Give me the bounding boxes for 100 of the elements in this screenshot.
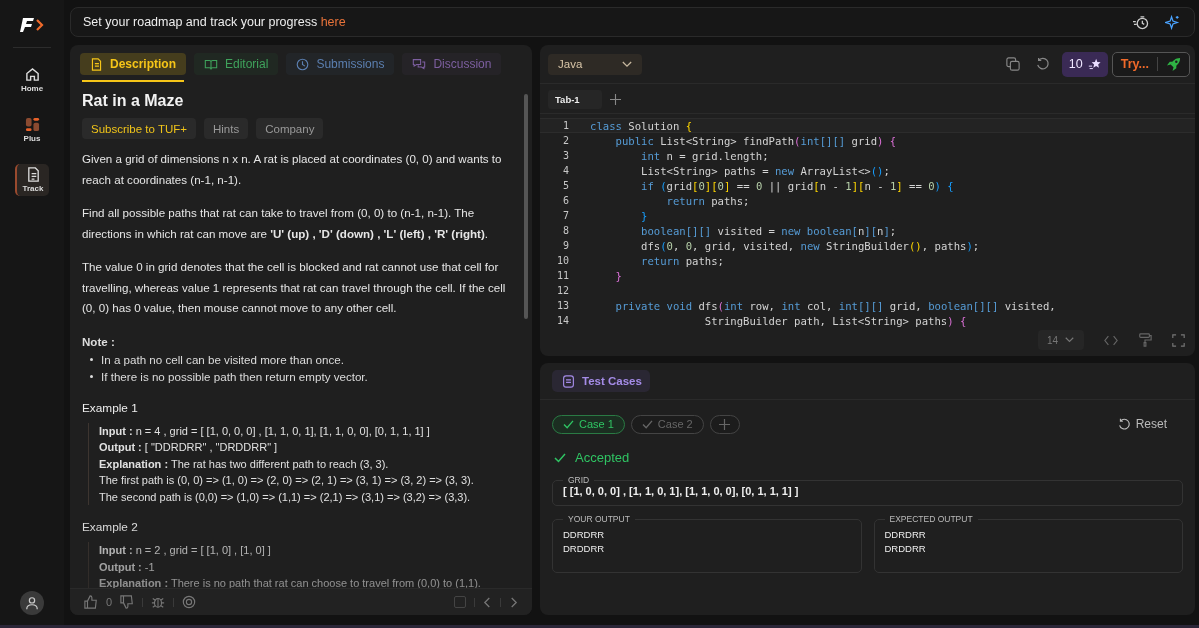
next-icon[interactable] — [509, 596, 518, 608]
clock-icon — [296, 57, 310, 71]
banner-text: Set your roadmap and track your progress here — [83, 15, 346, 29]
output-value: DRDDRR — [884, 542, 927, 556]
bullet-icon — [90, 374, 93, 378]
field-value: [ [1, 0, 0, 0] , [1, 1, 0, 1], [1, 1, 0, 0], [0, 1, 1, 1] ] — [563, 485, 800, 497]
line-number: 3 — [561, 150, 569, 161]
checkbox[interactable] — [454, 596, 466, 608]
code-line: int n = grid.length; — [640, 149, 769, 162]
previous-icon[interactable] — [483, 596, 492, 608]
line-number: 2 — [561, 135, 569, 146]
output-value: DDRDRR — [884, 528, 927, 542]
field-label: EXPECTED OUTPUT — [888, 514, 974, 524]
tab[interactable]: Submissions — [286, 53, 395, 75]
line-number: 6 — [561, 195, 569, 206]
like-count: 0 — [106, 596, 113, 608]
try-button[interactable]: Try... — [1111, 51, 1190, 77]
avatar-icon[interactable] — [20, 591, 44, 615]
problem-title: Rat in a Maze — [82, 92, 185, 110]
copy-icon[interactable] — [1005, 57, 1020, 71]
star-icon — [1087, 57, 1101, 71]
chat-icon — [412, 57, 427, 71]
example-line: The first path is (0, 0) => (1, 0) => (2, 0) => (2, 1) => (3, 1) => (3, 2) => (3, 3). — [99, 473, 475, 488]
line-number: 9 — [561, 240, 569, 251]
tab[interactable]: Description — [80, 53, 186, 75]
output-value: DDRDRR — [563, 528, 606, 542]
reset-icon — [1117, 417, 1131, 431]
tag-button[interactable]: Hints — [204, 118, 249, 139]
tag-button[interactable]: Subscribe to TUF+ — [82, 118, 196, 139]
font-size-dropdown[interactable]: 14 — [1038, 330, 1084, 350]
paint-roller-icon[interactable] — [1138, 333, 1152, 347]
thumbs-up-icon[interactable] — [84, 595, 98, 609]
language-dropdown[interactable]: Java — [548, 53, 642, 75]
line-number: 12 — [555, 285, 569, 296]
add-tab-icon[interactable] — [609, 94, 621, 105]
reset-button[interactable]: Reset — [1111, 416, 1173, 432]
field-label: YOUR OUTPUT — [567, 514, 631, 524]
nav-item[interactable]: Plus — [16, 114, 48, 146]
logo-icon — [20, 17, 44, 33]
line-number: 14 — [555, 315, 569, 326]
example-heading: Example 2 — [82, 519, 139, 536]
code-line: } — [640, 209, 648, 222]
check-icon — [554, 452, 566, 463]
line-number: 8 — [561, 225, 569, 236]
timer-icon[interactable] — [1132, 14, 1149, 30]
tab[interactable]: Editorial — [194, 53, 279, 75]
example-line: Input : n = 2 , grid = [ [1, 0] , [1, 0] ] — [99, 543, 272, 558]
description-paragraph: Find all possible paths that rat can take to travel from (0, 0) to (n-1, n-1). The directions in which rat can move are 'U' (up) , 'D' (down) , 'L' (left) , 'R' (right). — [82, 205, 489, 242]
thumbs-down-icon[interactable] — [120, 595, 135, 609]
here-link[interactable]: here — [320, 15, 346, 29]
document-icon — [25, 167, 41, 182]
fullscreen-icon[interactable] — [1172, 333, 1185, 347]
line-number: 1 — [561, 120, 569, 131]
plus-icon — [719, 418, 731, 430]
nav-item[interactable]: Home — [16, 64, 48, 96]
code-line: boolean[][] visited = new boolean[n][n]; — [640, 224, 897, 237]
book-icon — [204, 57, 218, 71]
example-heading: Example 1 — [82, 399, 139, 417]
line-number: 4 — [561, 165, 569, 176]
check-icon — [641, 419, 653, 429]
test-cases-tab[interactable]: Test Cases — [552, 370, 650, 392]
case-tab[interactable]: Case 1 — [552, 414, 625, 434]
code-line: if (grid[0][0] == 0 || grid[n - 1][n - 1] == 0) { — [640, 179, 954, 192]
line-number: 10 — [555, 255, 569, 266]
blocks-icon — [24, 117, 40, 132]
output-value: DRDDRR — [563, 542, 606, 556]
code-line: } — [614, 269, 622, 282]
code-line: StringBuilder path, List<String> paths) { — [703, 314, 967, 327]
add-case-button[interactable] — [709, 414, 740, 434]
code-line: return paths; — [665, 194, 750, 207]
document-icon — [90, 57, 103, 71]
rocket-icon — [1166, 56, 1181, 72]
example-line: Input : n = 4 , grid = [ [1, 0, 0, 0] , [1, 1, 0, 1], [1, 1, 0, 0], [0, 1, 1, 1] ] — [99, 423, 431, 439]
code-line: class Solution { — [590, 119, 693, 132]
code-line: dfs(0, 0, grid, visited, new StringBuilder(), paths); — [640, 239, 980, 252]
code-line: private void dfs(int row, int col, int[][] grid, boolean[][] visited, — [614, 299, 1056, 312]
line-number: 5 — [561, 180, 569, 191]
note-text: In a path no cell can be visited more than once. — [101, 351, 344, 368]
check-icon — [563, 419, 574, 429]
description-paragraph: Given a grid of dimensions n x n. A rat is placed at coordinates (0, 0) and wants to reach at coordinates (n-1, n-1). — [82, 151, 503, 188]
bullet-icon — [90, 357, 93, 361]
sparkle-icon[interactable] — [1165, 14, 1180, 30]
verdict-text: Accepted — [575, 450, 630, 465]
field-label: GRID — [567, 475, 591, 485]
reset-icon[interactable] — [1035, 57, 1050, 71]
note-text: If there is no possible path then return empty vector. — [101, 368, 368, 385]
line-number: 13 — [555, 300, 569, 311]
code-icon[interactable] — [1104, 334, 1118, 346]
caret-icon — [622, 60, 632, 68]
description-paragraph: The value 0 in grid denotes that the cell is blocked and rat cannot use that cell for travelling, whereas value 1 represents that rat can travel through the cell. If the cell (0, 0) has 0 value, then mouse cannot move to any other cell. — [82, 259, 507, 316]
list-icon — [562, 374, 575, 388]
code-line: return paths; — [640, 254, 724, 267]
editor-tab[interactable]: Tab-1 — [548, 90, 602, 109]
credits-button[interactable]: 10 — [1061, 51, 1108, 77]
note-heading: Note : — [82, 333, 116, 350]
example-line: Output : [ "DDRDRR" , "DRDDRR" ] — [99, 440, 279, 455]
bug-icon[interactable] — [151, 595, 166, 609]
tag-button[interactable]: Company — [256, 118, 324, 139]
example-line: The second path is (0,0) => (1,0) => (1,1) => (2,1) => (3,1) => (3,2) => (3,3). — [99, 489, 472, 505]
nav-item[interactable]: Track — [15, 164, 49, 196]
